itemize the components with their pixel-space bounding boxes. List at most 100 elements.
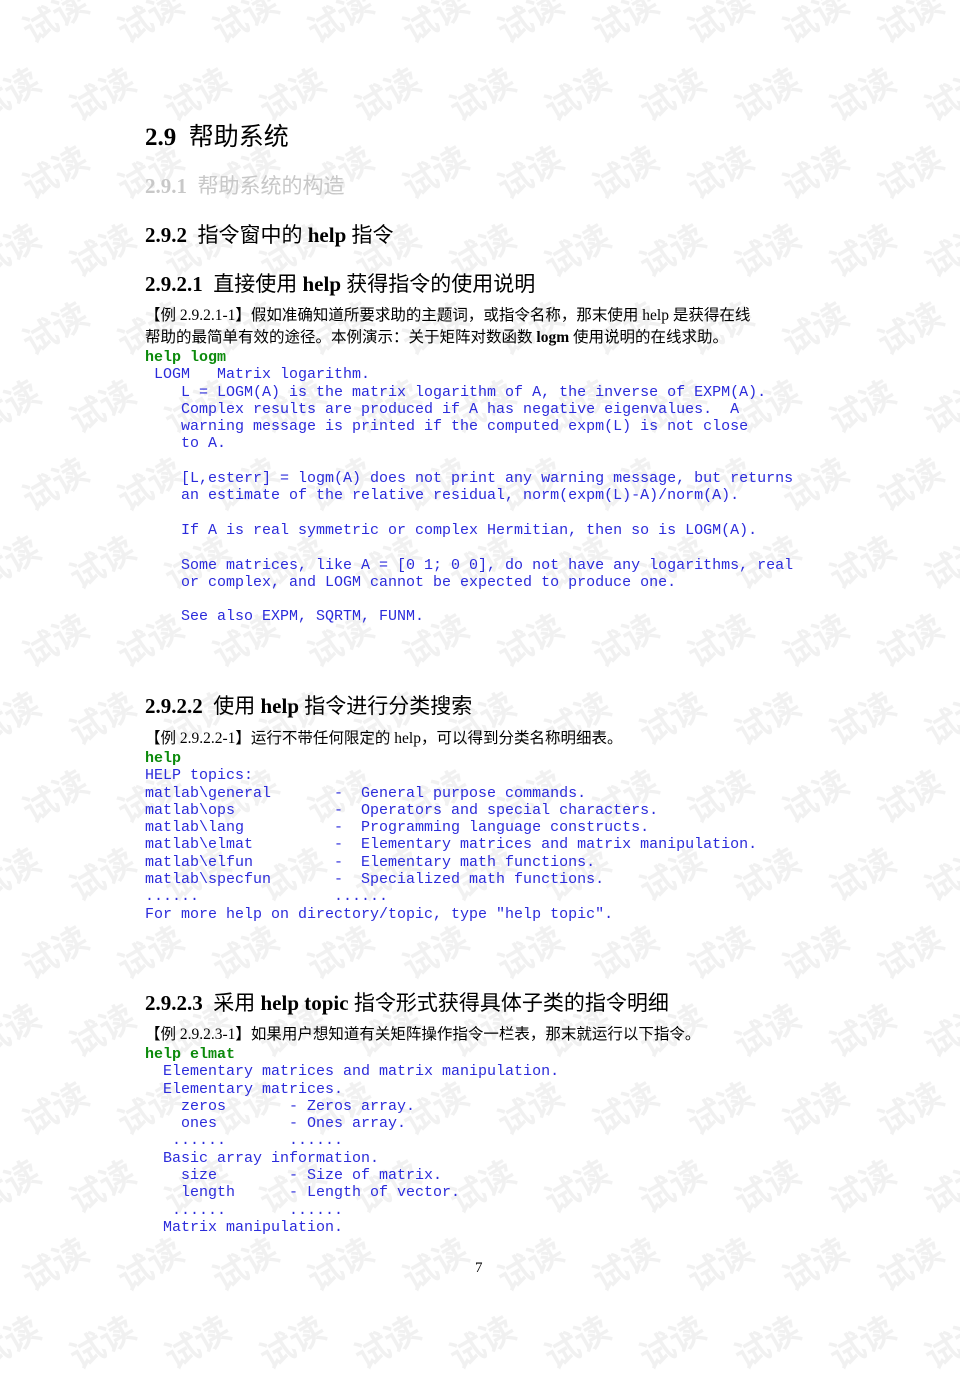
section-number: 2.9	[145, 124, 177, 151]
watermark-text: 试读	[776, 139, 856, 208]
heading-2-9-1: 2.9.1 帮助系统的构造	[145, 170, 345, 200]
watermark-text: 试读	[776, 763, 856, 832]
watermark-text: 试读	[253, 1309, 333, 1378]
section-title-keyword: help	[302, 272, 342, 296]
watermark-text: 试读	[823, 217, 903, 286]
watermark-text: 试读	[206, 919, 286, 988]
section-title-keyword: help	[260, 694, 300, 718]
example-text: 假如准确知道所要求助的主题词，或指令名称，那末使用 help 是获得在线	[250, 307, 751, 324]
command-line: help elmat	[145, 1046, 236, 1063]
command-line: help	[145, 750, 182, 767]
watermark-text: 试读	[728, 61, 808, 130]
section-number: 2.9.1	[145, 174, 187, 198]
watermark-text: 试读	[776, 1075, 856, 1144]
watermark-text: 试读	[918, 685, 960, 754]
watermark-text: 试读	[16, 919, 96, 988]
heading-2-9-2-2: 2.9.2.2 使用 help 指令进行分类搜索	[145, 690, 472, 720]
watermark-text: 试读	[538, 61, 618, 130]
example-label: 【例 2.9.2.2-1】	[145, 730, 251, 747]
watermark-text: 试读	[0, 529, 48, 598]
watermark-text: 试读	[0, 61, 48, 130]
watermark-text: 试读	[776, 0, 856, 52]
watermark-text: 试读	[586, 1075, 666, 1144]
watermark-text: 试读	[586, 1231, 666, 1300]
watermark-text: 试读	[111, 0, 191, 52]
watermark-text: 试读	[728, 1309, 808, 1378]
watermark-text: 试读	[728, 217, 808, 286]
section-title-part: 直接使用	[213, 272, 298, 296]
section-title-part: 采用	[213, 991, 256, 1015]
command-output: LOGM Matrix logarithm. L = LOGM(A) is th…	[154, 366, 794, 626]
watermark-text: 试读	[918, 217, 960, 286]
watermark-text: 试读	[491, 919, 571, 988]
watermark-text: 试读	[918, 373, 960, 442]
watermark-text: 试读	[918, 61, 960, 130]
command-output: Elementary matrices and matrix manipulat…	[163, 1063, 560, 1236]
watermark-text: 试读	[871, 919, 951, 988]
section-title: 帮助系统的构造	[197, 174, 345, 198]
section-number: 2.9.2	[145, 223, 187, 247]
watermark-text: 试读	[0, 841, 48, 910]
watermark-text: 试读	[586, 139, 666, 208]
section-title-part: 指令	[351, 223, 394, 247]
watermark-text: 试读	[63, 61, 143, 130]
watermark-text: 试读	[633, 217, 713, 286]
page-number: 7	[475, 1260, 483, 1276]
watermark-text: 试读	[633, 1309, 713, 1378]
watermark-text: 试读	[681, 1075, 761, 1144]
command-output: HELP topics: matlab\general - General pu…	[145, 767, 758, 923]
watermark-text: 试读	[871, 1075, 951, 1144]
watermark-text: 试读	[776, 1231, 856, 1300]
watermark-text: 试读	[0, 217, 48, 286]
code-block-1: help logm LOGM Matrix logarithm. L = LOG…	[145, 349, 793, 626]
example-text: 运行不带任何限定的 help，可以得到分类名称明细表。	[250, 730, 623, 747]
watermark-text: 试读	[63, 841, 143, 910]
watermark-text: 试读	[681, 919, 761, 988]
watermark-text: 试读	[871, 763, 951, 832]
watermark-text: 试读	[918, 1309, 960, 1378]
section-title-part: 使用	[213, 694, 256, 718]
watermark-text: 试读	[16, 139, 96, 208]
watermark-text: 试读	[63, 529, 143, 598]
section-title: 帮助系统	[188, 124, 289, 151]
watermark-text: 试读	[918, 529, 960, 598]
watermark-text: 试读	[16, 607, 96, 676]
watermark-text: 试读	[871, 139, 951, 208]
code-block-2: help HELP topics: matlab\general - Gener…	[145, 750, 757, 923]
watermark-text: 试读	[63, 373, 143, 442]
section-title-part: 指令形式获得具体子类的指令明细	[353, 991, 669, 1015]
watermark-text: 试读	[63, 217, 143, 286]
function-name: logm	[536, 329, 570, 346]
section-title-part: 指令进行分类搜索	[304, 694, 473, 718]
watermark-text: 试读	[681, 0, 761, 52]
watermark-text: 试读	[396, 919, 476, 988]
watermark-text: 试读	[823, 841, 903, 910]
watermark-text: 试读	[63, 685, 143, 754]
watermark-text: 试读	[63, 1153, 143, 1222]
watermark-text: 试读	[776, 919, 856, 988]
heading-2-9: 2.9 帮助系统	[145, 117, 289, 153]
watermark-text: 试读	[918, 841, 960, 910]
watermark-text: 试读	[728, 1153, 808, 1222]
watermark-text: 试读	[63, 997, 143, 1066]
watermark-text: 试读	[681, 1231, 761, 1300]
watermark-text: 试读	[633, 1153, 713, 1222]
watermark-text: 试读	[396, 0, 476, 52]
watermark-text: 试读	[918, 1153, 960, 1222]
watermark-text: 试读	[16, 1231, 96, 1300]
watermark-text: 试读	[823, 1153, 903, 1222]
watermark-text: 试读	[586, 0, 666, 52]
watermark-text: 试读	[301, 919, 381, 988]
watermark-text: 试读	[16, 295, 96, 364]
watermark-text: 试读	[633, 61, 713, 130]
watermark-text: 试读	[348, 61, 428, 130]
watermark-text: 试读	[443, 1309, 523, 1378]
watermark-text: 试读	[586, 919, 666, 988]
example-3-description: 【例 2.9.2.3-1】如果用户想知道有关矩阵操作指令一栏表，那末就运行以下指…	[145, 1024, 820, 1046]
watermark-text: 试读	[63, 1309, 143, 1378]
section-number: 2.9.2.1	[145, 272, 203, 296]
watermark-text: 试读	[16, 451, 96, 520]
watermark-text: 试读	[871, 1231, 951, 1300]
watermark-text: 试读	[681, 139, 761, 208]
watermark-text: 试读	[301, 0, 381, 52]
